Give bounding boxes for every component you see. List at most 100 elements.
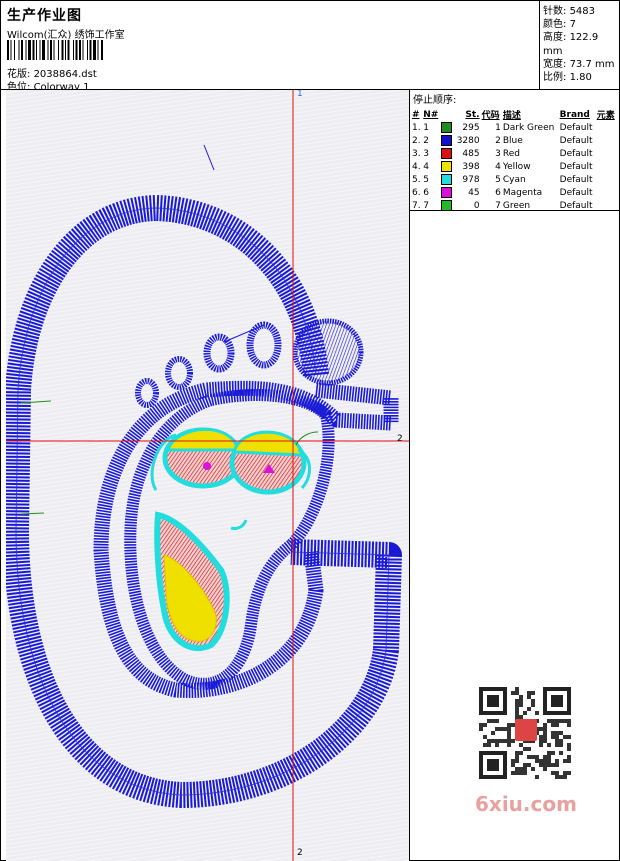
swatch-box (441, 161, 453, 172)
stop-table-divider (410, 210, 620, 211)
design-stats: 针数: 5483 颜色: 7 高度: 122.9 mm 宽度: 73.7 mm … (543, 5, 619, 84)
row-stitches: 485 (462, 148, 480, 159)
swatch-box (441, 187, 453, 198)
toe-little (135, 378, 159, 408)
color-swatch (440, 134, 454, 147)
table-header-row: # N# St. 代码 描述 Brand 元素 (411, 108, 617, 122)
row-code: 2 (495, 135, 501, 146)
swatch-box (441, 135, 453, 146)
row-stitches: 398 (462, 161, 480, 172)
row-code: 3 (495, 148, 501, 159)
company-name: Wilcom(汇众) 绣饰工作室 (7, 30, 125, 41)
left-eye-lid (165, 427, 240, 452)
row-index: 2. (412, 135, 421, 146)
row-needle: 3 (423, 148, 429, 159)
row-index: 4. (412, 161, 421, 172)
stat-width: 宽度: 73.7 mm (543, 58, 615, 70)
row-index: 1. (412, 122, 421, 133)
qr-code-image (471, 681, 581, 781)
toe-second (246, 321, 282, 369)
axis-label-right: 2 (397, 434, 403, 444)
col-stitches: St. (465, 109, 480, 120)
smile-mark (230, 519, 248, 530)
row-stitches: 45 (468, 187, 480, 198)
stat-height: 高度: 122.9 mm (543, 32, 599, 57)
green-tie-stitch (295, 431, 319, 446)
color-swatch (440, 121, 454, 134)
stop-sequence-table: # N# St. 代码 描述 Brand 元素 1. 1 295 1 Dark Gree… (411, 108, 617, 212)
row-code: 1 (495, 122, 501, 133)
row-index: 6. (412, 187, 421, 198)
row-needle: 1 (423, 122, 429, 133)
axis-label-bottom: 2 (297, 848, 303, 858)
row-description: Yellow (502, 161, 531, 172)
row-needle: 6 (423, 187, 429, 198)
stat-colors: 颜色: 7 (543, 19, 576, 31)
row-code: 5 (495, 174, 501, 185)
row-brand: Default (559, 148, 593, 159)
row-brand: Default (559, 161, 593, 172)
col-element: 元素 (596, 111, 615, 121)
row-code: 6 (495, 187, 501, 198)
header-info: 生产作业图 Wilcom(汇众) 绣饰工作室 花版: 2038864.dst 色… (5, 3, 535, 93)
table-row: 3. 3 485 3 Red Default (411, 147, 617, 160)
stop-sequence-panel: 停止顺序: # N# St. 代码 描述 Brand 元素 1. 1 295 1 Dar… (411, 91, 619, 212)
toe-fourth (165, 356, 193, 390)
right-eye-lid (232, 430, 304, 457)
row-element (596, 173, 617, 186)
row-brand: Default (559, 187, 593, 198)
col-code: 代码 (481, 111, 500, 121)
table-row: 5. 5 978 5 Cyan Default (411, 173, 617, 186)
table-row: 4. 4 398 4 Yellow Default (411, 160, 617, 173)
row-element (596, 147, 617, 160)
top-jump-stitch (203, 144, 215, 171)
row-needle: 2 (423, 135, 429, 146)
sheet-title: 生产作业图 (7, 8, 82, 24)
row-stitches: 295 (462, 122, 480, 133)
table-row: 2. 2 3280 2 Blue Default (411, 134, 617, 147)
row-description: Dark Green (502, 122, 555, 133)
row-brand: Default (559, 174, 593, 185)
swatch-box (441, 148, 453, 159)
outer-g-outline (6, 195, 402, 808)
embroidery-design (6, 90, 409, 861)
table-row: 1. 1 295 1 Dark Green Default (411, 121, 617, 134)
row-description: Red (502, 148, 520, 159)
row-description: Magenta (502, 187, 543, 198)
row-stitches: 3280 (456, 135, 480, 146)
row-element (596, 186, 617, 199)
outer-g-edge (15, 207, 390, 796)
left-pupil (203, 462, 211, 470)
row-element (596, 160, 617, 173)
axis-label-top: 1 (297, 90, 303, 99)
row-stitches: 978 (462, 174, 480, 185)
row-brand: Default (559, 135, 593, 146)
row-brand: Default (559, 122, 593, 133)
row-description: Cyan (502, 174, 526, 185)
color-swatch (440, 186, 454, 199)
swatch-box (441, 174, 453, 185)
color-swatch (440, 173, 454, 186)
col-description: 描述 (502, 111, 521, 121)
row-needle: 4 (423, 161, 429, 172)
barcode-image (7, 40, 103, 60)
color-swatch (440, 147, 454, 160)
stat-stitches: 针数: 5483 (543, 6, 596, 17)
toe-big (292, 318, 364, 386)
row-code: 4 (495, 161, 501, 172)
row-element (596, 121, 617, 134)
embroidery-preview[interactable]: 1 2 2 (6, 90, 409, 861)
row-index: 3. (412, 148, 421, 159)
row-index: 5. (412, 174, 421, 185)
col-index: # (412, 109, 420, 120)
col-brand: Brand (559, 109, 590, 120)
canvas-divider (409, 90, 410, 861)
table-row: 6. 6 45 6 Magenta Default (411, 186, 617, 199)
watermark-text: 6xiu.com (475, 792, 577, 816)
production-sheet: 生产作业图 Wilcom(汇众) 绣饰工作室 花版: 2038864.dst 色… (0, 0, 620, 861)
stop-sequence-title: 停止顺序: (413, 95, 457, 106)
row-needle: 5 (423, 174, 429, 185)
header-divider (539, 1, 540, 89)
col-needle: N# (423, 109, 439, 120)
color-swatch (440, 160, 454, 173)
